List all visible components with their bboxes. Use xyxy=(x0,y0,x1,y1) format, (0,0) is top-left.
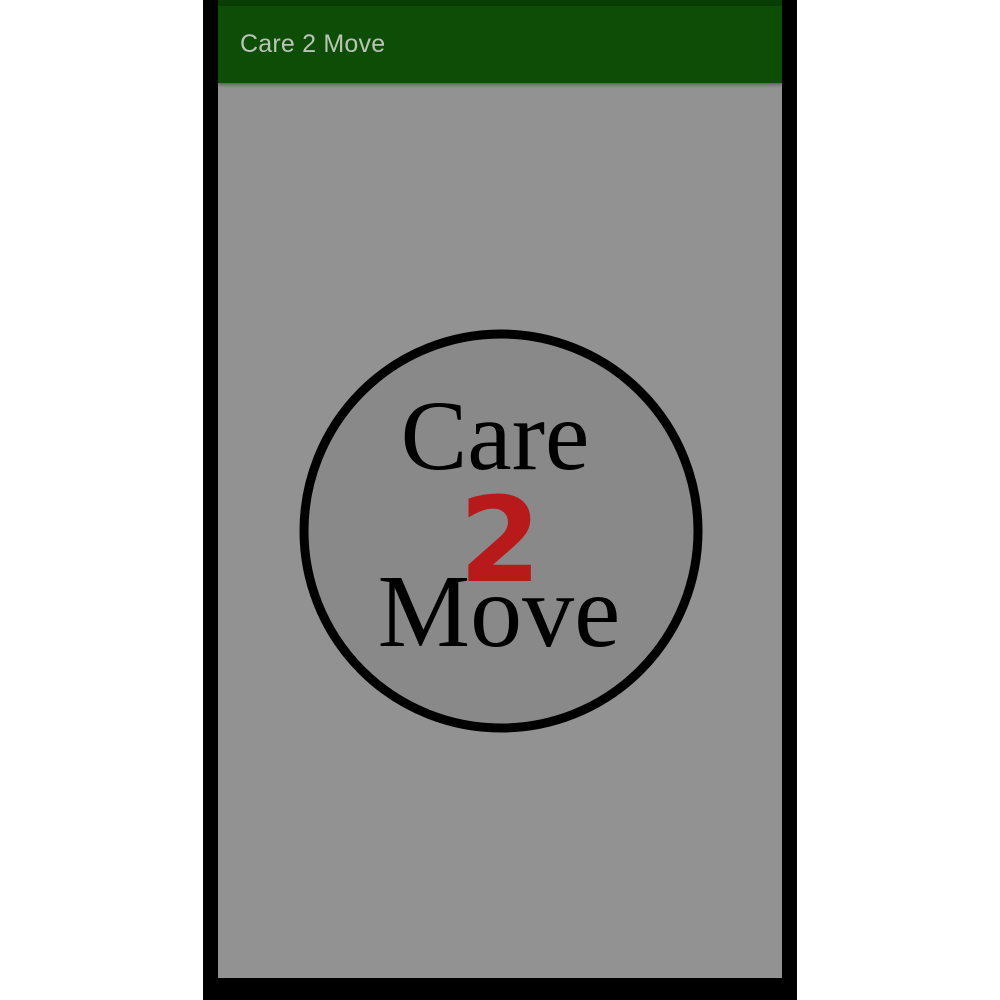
logo-graphic: Care 2 Move xyxy=(299,329,703,733)
app-screen: Care 2 Move Care 2 Move xyxy=(218,0,782,978)
logo-text-move: Move xyxy=(378,554,621,669)
splash-logo: Care 2 Move xyxy=(298,326,708,736)
app-title: Care 2 Move xyxy=(240,30,386,58)
device-frame: Care 2 Move Care 2 Move xyxy=(203,0,797,1000)
app-bar: Care 2 Move xyxy=(218,6,782,83)
